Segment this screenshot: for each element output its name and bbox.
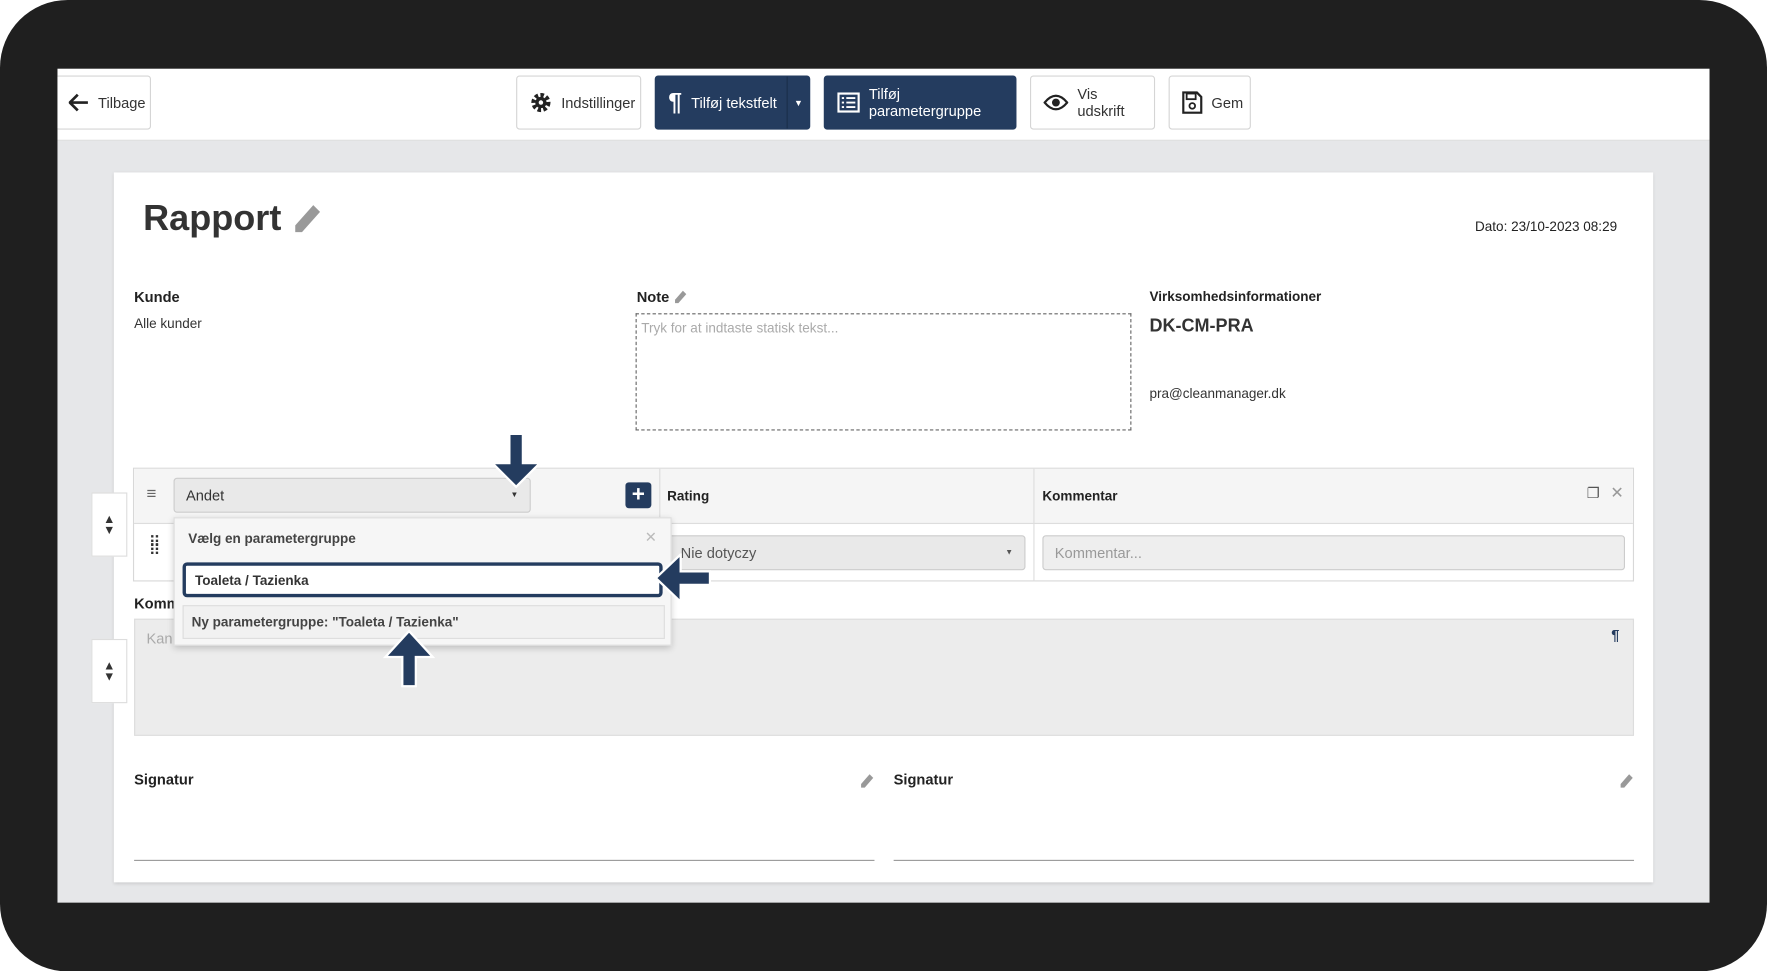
paragraph-icon: ¶ (1611, 626, 1620, 644)
signature-left-label: Signatur (134, 770, 194, 788)
toolbar: Tilbage Indstillinger ¶ Tilføj tekstfelt… (57, 68, 1710, 141)
parameter-header-row: ≡ Andet ▼ + Rating Kommentar ❐ ✕ (134, 468, 1633, 582)
caret-down-icon: ▼ (1005, 548, 1014, 557)
comment-placeholder: Kan (146, 629, 173, 647)
move-handle[interactable]: ▲ ▼ (91, 638, 128, 704)
callout-arrow-up-icon (382, 629, 436, 688)
app-screen: Tilbage Indstillinger ¶ Tilføj tekstfelt… (57, 68, 1710, 903)
customer-value: Alle kunder (134, 315, 202, 332)
pencil-icon[interactable] (860, 773, 875, 789)
caret-down-icon[interactable]: ▼ (786, 76, 810, 129)
page-title: Rapport (143, 197, 282, 238)
pencil-icon[interactable] (674, 290, 688, 305)
gear-icon (531, 92, 551, 113)
rating-select[interactable]: Nie dotyczy ▼ (668, 535, 1026, 571)
callout-arrow-down-icon (490, 432, 543, 489)
eye-icon (1043, 94, 1069, 111)
back-button[interactable]: Tilbage (57, 75, 152, 130)
add-paramgroup-button[interactable]: Tilføj parametergruppe (823, 75, 1017, 130)
note-label: Note (636, 288, 670, 306)
sort-icon: ▲ ▼ (103, 512, 116, 537)
back-label: Tilbage (98, 94, 146, 112)
close-icon[interactable]: ✕ (1610, 483, 1623, 502)
preview-label: Vis udskrift (1077, 85, 1125, 120)
company-info-label: Virksomhedsinformationer (1149, 288, 1322, 305)
copy-icon[interactable]: ❐ (1587, 485, 1600, 503)
add-parameter-button[interactable]: + (625, 482, 652, 509)
comment-column-header: Kommentar (1042, 487, 1118, 504)
pencil-icon[interactable] (1619, 773, 1634, 789)
dropdown-header: Vælg en parametergruppe (188, 530, 356, 547)
comment-input[interactable]: Kommentar... (1042, 535, 1626, 571)
report-page: Rapport Dato: 23/10-2023 08:29 Kunde All… (113, 172, 1654, 883)
pencil-icon[interactable] (290, 200, 322, 236)
signature-left-line[interactable] (134, 859, 875, 861)
callout-arrow-left-icon (654, 553, 712, 603)
dropdown-search-input[interactable]: Toaleta / Tazienka (182, 562, 663, 598)
drag-handle-icon[interactable]: ⠿ ⠿ (149, 534, 161, 558)
paragraph-icon: ¶ (668, 87, 683, 117)
customer-label: Kunde (134, 288, 180, 306)
signature-right-line[interactable] (893, 859, 1635, 861)
hamburger-icon[interactable]: ≡ (146, 485, 156, 504)
add-textfield-label: Tilføj tekstfelt (691, 94, 777, 112)
group-select[interactable]: Andet ▼ (173, 477, 531, 513)
save-button[interactable]: Gem (1168, 75, 1251, 130)
signature-right-label: Signatur (893, 770, 954, 788)
settings-button[interactable]: Indstillinger (516, 75, 642, 130)
company-name: DK-CM-PRA (1149, 316, 1254, 336)
close-icon[interactable]: ✕ (645, 529, 657, 547)
settings-label: Indstillinger (561, 94, 636, 112)
sort-icon: ▲ ▼ (103, 658, 116, 684)
save-label: Gem (1211, 94, 1244, 112)
floppy-disk-icon (1182, 91, 1203, 114)
move-handle[interactable]: ▲ ▼ (91, 492, 128, 557)
company-email: pra@cleanmanager.dk (1149, 385, 1286, 402)
list-icon (837, 92, 860, 113)
add-paramgroup-label: Tilføj parametergruppe (868, 85, 982, 120)
arrow-left-icon (68, 93, 88, 112)
preview-button[interactable]: Vis udskrift (1029, 75, 1156, 130)
note-field[interactable]: Tryk for at indtaste statisk tekst... (635, 313, 1132, 431)
add-textfield-button[interactable]: ¶ Tilføj tekstfelt ▼ (654, 75, 811, 130)
report-date: Dato: 23/10-2023 08:29 (1475, 218, 1618, 235)
paramgroup-dropdown: Vælg en parametergruppe ✕ Toaleta / Tazi… (173, 517, 672, 646)
group-select-value: Andet (185, 486, 225, 504)
rating-column-header: Rating (667, 487, 710, 504)
caret-down-icon: ▼ (510, 491, 519, 500)
